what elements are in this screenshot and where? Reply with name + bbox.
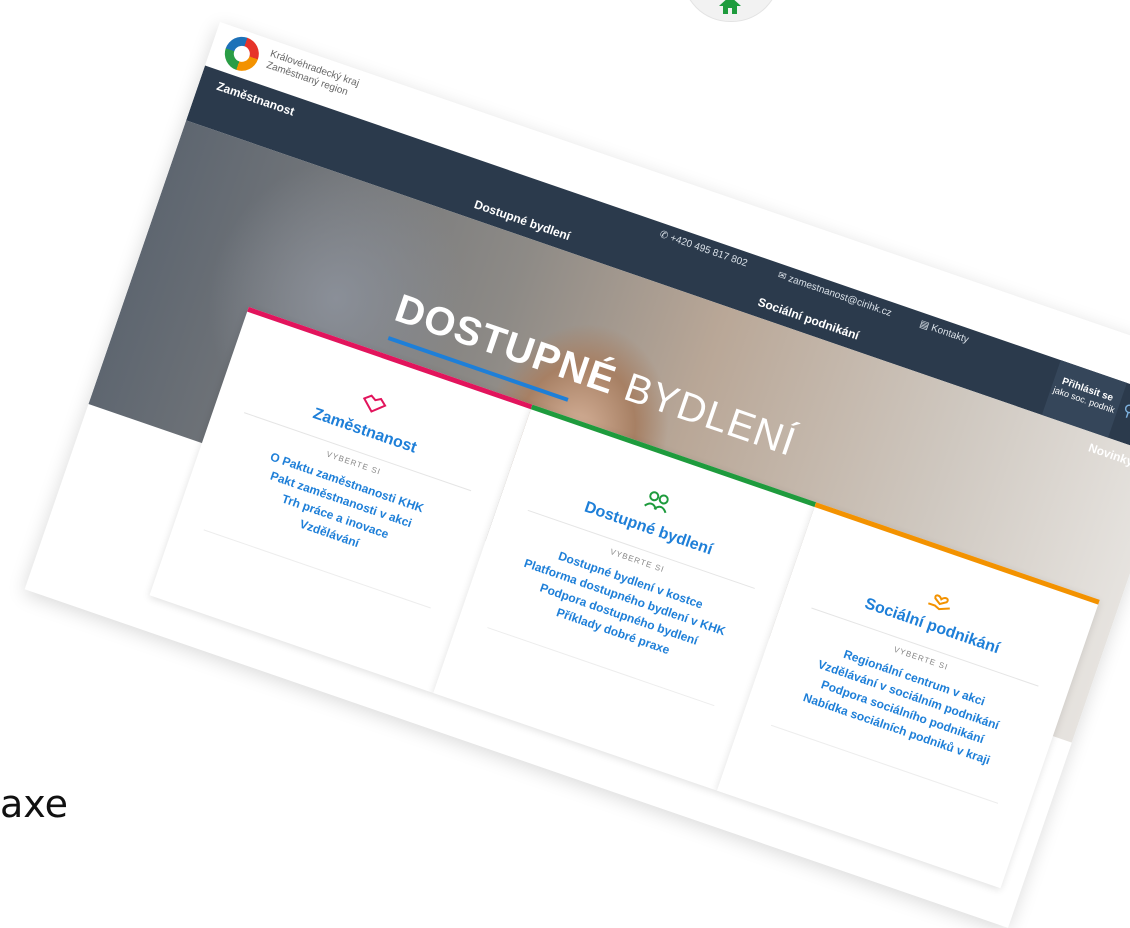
contacts-label: Kontakty [929,322,971,346]
logo-icon[interactable] [220,32,264,76]
stray-text: axe [0,782,68,826]
home-icon [719,0,741,14]
website-screenshot: Královéhradecký kraj Zaměstnaný region Z… [24,22,1130,928]
home-button[interactable] [682,0,780,22]
